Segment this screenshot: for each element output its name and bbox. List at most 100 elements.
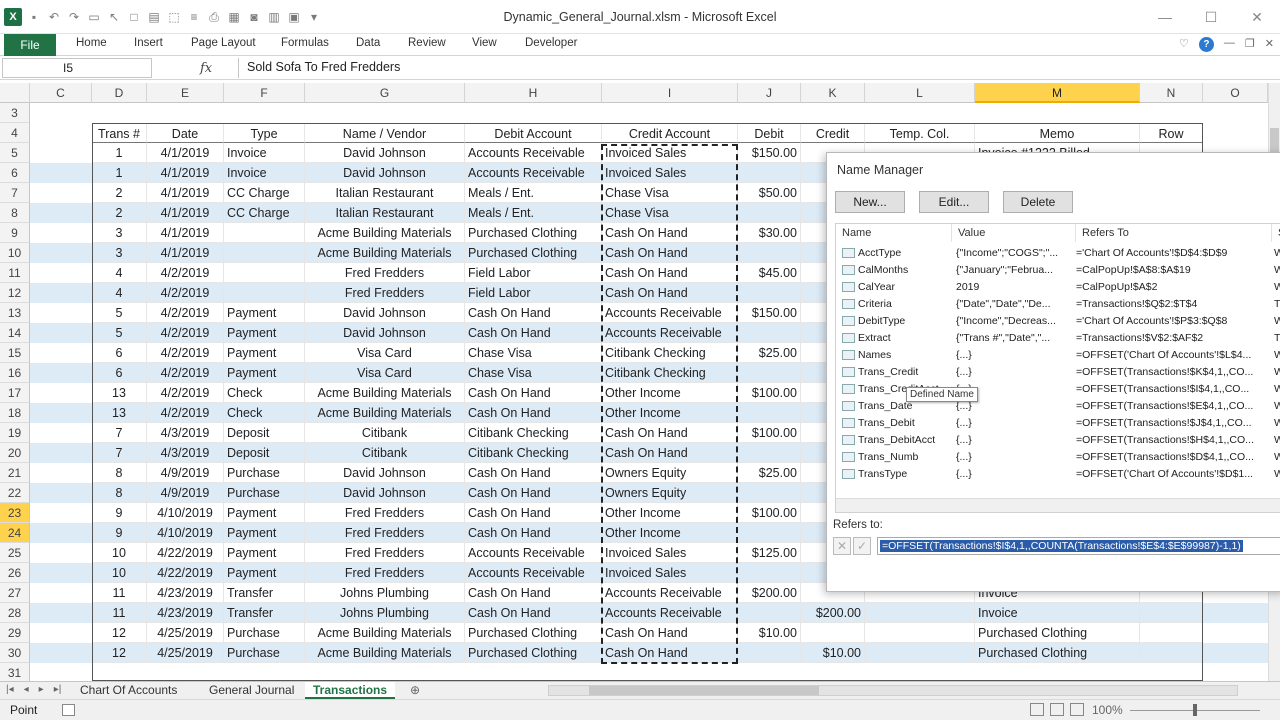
column-heading[interactable]: Debit Account — [465, 123, 602, 143]
table-cell[interactable]: 4/25/2019 — [147, 643, 224, 663]
confirm-edit-icon[interactable]: ✓ — [853, 537, 871, 555]
table-cell[interactable]: 6 — [92, 343, 147, 363]
col-scope-header[interactable]: Sc — [1272, 224, 1280, 242]
window-restore-icon[interactable]: ❐ — [1245, 37, 1255, 52]
table-cell[interactable]: Payment — [224, 503, 305, 523]
table-cell[interactable]: Accounts Receivable — [465, 563, 602, 583]
table-cell[interactable]: 9 — [92, 523, 147, 543]
col-refers-header[interactable]: Refers To — [1076, 224, 1272, 242]
table-cell[interactable]: $125.00 — [738, 543, 801, 563]
name-list-item[interactable]: Trans_DebitAcct {...} =OFFSET(Transactions… — [836, 432, 1280, 449]
table-cell[interactable]: Accounts Receivable — [602, 583, 738, 603]
row-header[interactable]: 22 — [0, 483, 30, 503]
name-list-item[interactable]: Trans_Credit {...} =OFFSET(Transactions!$K… — [836, 364, 1280, 381]
table-cell[interactable]: Field Labor — [465, 263, 602, 283]
row-header[interactable]: 17 — [0, 383, 30, 403]
name-box[interactable]: I5 — [2, 58, 152, 78]
page-break-view-icon[interactable] — [1070, 703, 1084, 716]
table-cell[interactable]: CC Charge — [224, 203, 305, 223]
table-cell[interactable]: 4/2/2019 — [147, 303, 224, 323]
table-cell[interactable]: $25.00 — [738, 343, 801, 363]
table-cell[interactable] — [738, 283, 801, 303]
table-cell[interactable]: Citibank Checking — [602, 363, 738, 383]
row-header[interactable]: 26 — [0, 563, 30, 583]
select-all-corner[interactable] — [0, 83, 30, 103]
table-cell[interactable]: 4/2/2019 — [147, 323, 224, 343]
row-header[interactable]: 25 — [0, 543, 30, 563]
table-cell[interactable]: Purchase — [224, 623, 305, 643]
horizontal-scrollbar[interactable] — [548, 685, 1238, 696]
edit-button[interactable]: Edit... — [919, 191, 989, 213]
table-cell[interactable]: Cash On Hand — [465, 383, 602, 403]
row-header[interactable]: 4 — [0, 123, 30, 143]
table-cell[interactable]: Field Labor — [465, 283, 602, 303]
table-cell[interactable]: Cash On Hand — [465, 503, 602, 523]
table-cell[interactable]: $200.00 — [738, 583, 801, 603]
table-cell[interactable]: 4/1/2019 — [147, 223, 224, 243]
col-value-header[interactable]: Value — [952, 224, 1076, 242]
horizontal-scroll-thumb[interactable] — [589, 686, 819, 695]
table-cell[interactable]: Cash On Hand — [602, 623, 738, 643]
table-cell[interactable]: David Johnson — [305, 483, 465, 503]
table-cell[interactable]: Visa Card — [305, 343, 465, 363]
table-cell[interactable]: 4/2/2019 — [147, 343, 224, 363]
table-cell[interactable]: 7 — [92, 443, 147, 463]
table-cell[interactable]: Deposit — [224, 423, 305, 443]
column-heading[interactable]: Credit Account — [602, 123, 738, 143]
table-cell[interactable]: David Johnson — [305, 143, 465, 163]
row-header[interactable]: 29 — [0, 623, 30, 643]
column-heading[interactable]: Name / Vendor — [305, 123, 465, 143]
ribbon-collapse-icon[interactable]: ♡ — [1179, 37, 1189, 52]
column-heading[interactable]: Type — [224, 123, 305, 143]
row-header[interactable]: 14 — [0, 323, 30, 343]
table-cell[interactable]: Purchased Clothing — [465, 623, 602, 643]
zoom-level[interactable]: 100% — [1092, 703, 1123, 717]
table-cell[interactable]: Cash On Hand — [465, 603, 602, 623]
tab-file[interactable]: File — [4, 34, 56, 56]
table-cell[interactable] — [224, 223, 305, 243]
table-cell[interactable]: 13 — [92, 403, 147, 423]
column-heading[interactable]: Temp. Col. — [865, 123, 975, 143]
tab-insert[interactable]: Insert — [134, 37, 163, 49]
table-cell[interactable]: 5 — [92, 303, 147, 323]
table-cell[interactable]: Deposit — [224, 443, 305, 463]
close-icon[interactable]: ✕ — [1234, 0, 1280, 34]
table-cell[interactable]: Fred Fredders — [305, 263, 465, 283]
table-cell[interactable]: Cash On Hand — [465, 463, 602, 483]
table-cell[interactable]: Cash On Hand — [602, 443, 738, 463]
table-cell[interactable]: Invoice — [224, 143, 305, 163]
table-cell[interactable]: $25.00 — [738, 463, 801, 483]
table-cell[interactable]: 4/25/2019 — [147, 623, 224, 643]
tab-home[interactable]: Home — [76, 37, 107, 49]
table-cell[interactable]: Meals / Ent. — [465, 183, 602, 203]
table-cell[interactable]: Visa Card — [305, 363, 465, 383]
table-cell[interactable]: Cash On Hand — [602, 243, 738, 263]
table-cell[interactable]: Chase Visa — [465, 343, 602, 363]
row-header[interactable]: 18 — [0, 403, 30, 423]
refers-to-input[interactable]: =OFFSET(Transactions!$I$4,1,,COUNTA(Tran… — [877, 537, 1280, 555]
table-cell[interactable]: Invoice — [975, 603, 1140, 623]
table-cell[interactable]: 2 — [92, 183, 147, 203]
table-cell[interactable]: 11 — [92, 583, 147, 603]
table-cell[interactable] — [865, 623, 975, 643]
table-cell[interactable]: Accounts Receivable — [465, 143, 602, 163]
window-close-icon[interactable]: ✕ — [1265, 37, 1274, 52]
name-list-item[interactable]: DebitType {"Income","Decreas... ='Chart Of… — [836, 313, 1280, 330]
page-layout-view-icon[interactable] — [1050, 703, 1064, 716]
table-cell[interactable]: Purchased Clothing — [975, 623, 1140, 643]
row-header[interactable]: 28 — [0, 603, 30, 623]
name-list-item[interactable]: Criteria {"Date","Date","De... =Transactio… — [836, 296, 1280, 313]
table-cell[interactable]: $200.00 — [801, 603, 865, 623]
name-list-item[interactable]: CalMonths {"January";"Februa... =CalPopUp!… — [836, 262, 1280, 279]
row-header[interactable]: 9 — [0, 223, 30, 243]
row-header[interactable]: 24 — [0, 523, 30, 543]
tab-formulas[interactable]: Formulas — [281, 37, 329, 49]
table-cell[interactable]: Accounts Receivable — [602, 323, 738, 343]
table-cell[interactable]: Purchase — [224, 643, 305, 663]
table-cell[interactable]: 2 — [92, 203, 147, 223]
table-cell[interactable]: $150.00 — [738, 143, 801, 163]
row-header[interactable]: 27 — [0, 583, 30, 603]
table-cell[interactable]: 13 — [92, 383, 147, 403]
table-cell[interactable]: $100.00 — [738, 503, 801, 523]
tab-view[interactable]: View — [472, 37, 497, 49]
